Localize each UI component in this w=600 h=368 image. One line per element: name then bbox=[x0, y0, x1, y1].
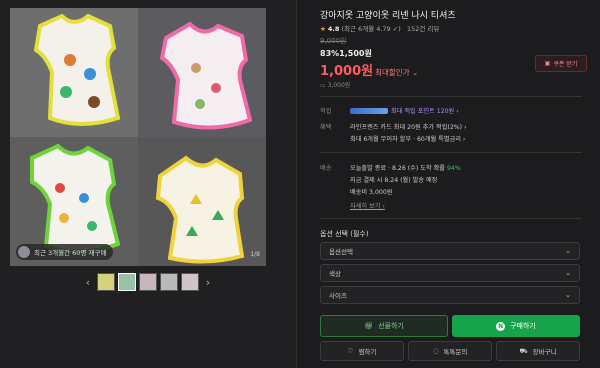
delivery-probability: 94% bbox=[446, 165, 461, 172]
size-select[interactable]: 사이즈 ⌄ bbox=[320, 286, 580, 304]
avatar-icon bbox=[18, 246, 30, 258]
buy-button[interactable]: N 구매하기 bbox=[452, 315, 580, 337]
product-title: 강아지옷 고양이옷 리넨 나시 티셔츠 bbox=[320, 11, 456, 21]
points-text: 최대 적립 포인트 120원 › bbox=[391, 108, 459, 115]
coupon-label: 쿠폰 받기 bbox=[553, 61, 578, 68]
next-image-arrow[interactable]: › bbox=[202, 276, 214, 289]
chevron-down-icon: ⌄ bbox=[565, 247, 571, 255]
final-price-row[interactable]: 1,000원 최대할인가 ⌄ bbox=[320, 60, 418, 79]
gift-button-label: 선물하기 bbox=[378, 322, 404, 330]
divider bbox=[320, 152, 582, 153]
final-price-label: 최대할인가 ⌄ bbox=[375, 68, 419, 77]
thumbnail-1[interactable] bbox=[97, 273, 115, 291]
shipping-value: 3,000원 bbox=[327, 82, 351, 89]
chevron-down-icon: ⌄ bbox=[565, 291, 571, 299]
review-count[interactable]: 152건 리뷰 bbox=[407, 25, 439, 33]
original-price: 9,000원 bbox=[320, 37, 347, 45]
card-line-1: 라인프렌즈 카드 최대 20원 추가 적립(2%) › bbox=[350, 124, 467, 131]
color-select-label: 색상 bbox=[329, 270, 341, 278]
npay-icon: N bbox=[496, 321, 506, 331]
option-title: 옵션 선택 (필수) bbox=[320, 230, 369, 238]
membership-badge bbox=[350, 108, 388, 114]
gift-icon: 🎁︎ bbox=[364, 322, 374, 330]
talk-button[interactable]: ◌ 톡톡문의 bbox=[408, 341, 492, 361]
thumbnail-4[interactable] bbox=[160, 273, 178, 291]
rating-note: (최근 6개월 4.79 ✓) bbox=[341, 25, 401, 33]
product-photo-grid bbox=[10, 8, 266, 266]
points-label: 적립 bbox=[320, 108, 332, 115]
cart-button[interactable]: ⛟ 장바구니 bbox=[496, 341, 580, 361]
thumbnail-2[interactable] bbox=[118, 273, 136, 291]
shipping-fee: ▭ 3,000원 bbox=[320, 80, 350, 89]
heart-icon: ♡ bbox=[347, 347, 354, 355]
delivery-line-3: 배송비 3,000원 bbox=[350, 189, 393, 196]
delivery-label: 배송 bbox=[320, 165, 332, 172]
divider bbox=[296, 0, 297, 368]
coupon-icon: ▣ bbox=[544, 60, 551, 67]
cart-button-label: 장바구니 bbox=[532, 348, 557, 356]
truck-icon: ▭ bbox=[320, 82, 326, 89]
color-select[interactable]: 색상 ⌄ bbox=[320, 264, 580, 282]
rating-score: 4.8 bbox=[327, 25, 340, 33]
option-select-label: 옵션선택 bbox=[329, 248, 353, 256]
buy-button-label: 구매하기 bbox=[510, 322, 536, 330]
size-select-label: 사이즈 bbox=[329, 292, 347, 300]
card-label: 혜택 bbox=[320, 124, 332, 131]
divider bbox=[320, 218, 582, 219]
talk-button-label: 톡톡문의 bbox=[443, 348, 468, 356]
star-icon: ★ bbox=[320, 25, 326, 33]
discount-price: 1,500원 bbox=[339, 49, 372, 58]
prev-image-arrow[interactable]: ‹ bbox=[82, 276, 94, 289]
chat-icon: ◌ bbox=[432, 347, 439, 355]
thumbnail-5[interactable] bbox=[181, 273, 199, 291]
delivery-line-1: 오늘출발 종료 · 8.26 (수) 도착 확률 bbox=[350, 165, 447, 172]
repurchase-text: 최근 3개월간 60명 재구매 bbox=[34, 249, 107, 257]
thumbnail-3[interactable] bbox=[139, 273, 157, 291]
option-select[interactable]: 옵션선택 ⌄ bbox=[320, 242, 580, 260]
delivery-more-link[interactable]: 자세히 보기 › bbox=[350, 201, 385, 210]
rating-row[interactable]: ★ 4.8 (최근 6개월 4.79 ✓) 152건 리뷰 bbox=[320, 23, 439, 33]
cart-icon: ⛟ bbox=[519, 346, 528, 355]
coupon-button[interactable]: ▣ 쿠폰 받기 bbox=[535, 55, 587, 72]
divider bbox=[320, 96, 582, 97]
chevron-down-icon: ⌄ bbox=[565, 269, 571, 277]
wish-button-label: 찜하기 bbox=[358, 348, 377, 356]
gift-button[interactable]: 🎁︎ 선물하기 bbox=[320, 315, 448, 337]
final-price: 1,000원 bbox=[320, 64, 374, 79]
delivery-line-2: 지금 결제 시 8.24 (월) 발송 예정 bbox=[350, 177, 438, 184]
wish-button[interactable]: ♡ 찜하기 bbox=[320, 341, 404, 361]
main-product-image[interactable]: 최근 3개월간 60명 재구매 1/8 bbox=[10, 8, 266, 266]
repurchase-badge: 최근 3개월간 60명 재구매 bbox=[16, 244, 114, 260]
discount-row: 83%1,500원 bbox=[320, 48, 372, 59]
discount-rate: 83% bbox=[320, 49, 340, 58]
image-counter: 1/8 bbox=[250, 251, 260, 258]
card-line-2: 최대 6개월 무이자 할부 · 60개월 특별금리 › bbox=[350, 136, 466, 143]
thumbnail-strip: ‹ › bbox=[82, 272, 214, 292]
